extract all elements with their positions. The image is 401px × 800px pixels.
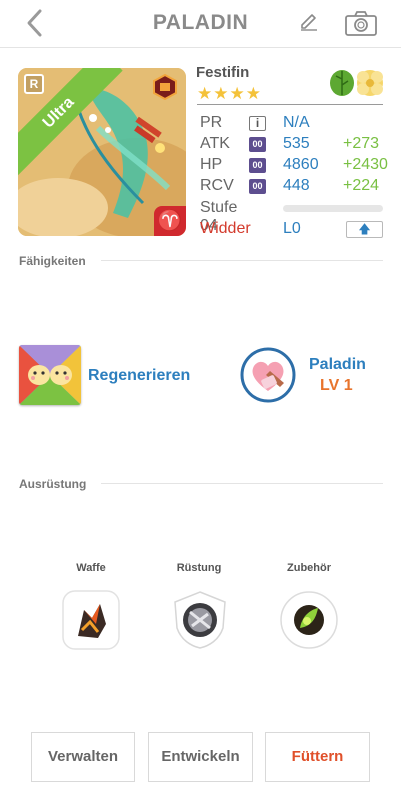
stat-boost-badge: 00 (249, 179, 266, 194)
evolve-button[interactable]: Entwickeln (148, 732, 253, 782)
monster-portrait[interactable]: Ultra R ♈ (18, 68, 186, 236)
stat-bonus: +273 (343, 135, 380, 152)
hexagon-badge-icon (153, 74, 177, 100)
stat-bonus: +224 (343, 177, 380, 194)
stats-divider (197, 104, 383, 105)
stat-value: 535 (283, 135, 310, 152)
page-title: PALADIN (152, 11, 249, 34)
top-bar: PALADIN (0, 0, 401, 48)
zodiac-sign: Widder (200, 220, 251, 237)
skill-name[interactable]: Regenerieren (88, 367, 190, 385)
flower-icon (357, 70, 383, 96)
limit-level: L0 (283, 220, 301, 237)
star-rating: ★★★★ (197, 84, 262, 103)
rarity-badge: R (24, 74, 44, 94)
stat-label: ATK (200, 135, 230, 152)
equipment-divider (101, 483, 383, 484)
class-icon[interactable] (240, 347, 296, 403)
leaf-icon (330, 70, 354, 96)
arrow-up-icon: 🡅 (358, 222, 371, 236)
pencil-icon[interactable] (298, 11, 320, 33)
accessory-icon[interactable] (280, 590, 338, 650)
armor-icon[interactable] (171, 590, 229, 650)
stat-value: 4860 (283, 156, 319, 173)
equipment-header: Ausrüstung (19, 477, 87, 491)
monster-name: Festifin (196, 64, 250, 81)
stat-value: 448 (283, 177, 310, 194)
class-level: LV 1 (320, 377, 353, 394)
stat-label: RCV (200, 177, 234, 194)
stat-bonus: +2430 (343, 156, 388, 173)
manage-button[interactable]: Verwalten (31, 732, 135, 782)
stat-value: N/A (283, 114, 310, 131)
zodiac-aries-icon: ♈ (154, 206, 186, 236)
regenerate-icon (19, 345, 81, 405)
info-icon[interactable]: i (249, 116, 266, 131)
level-progress-bar (283, 205, 383, 212)
equip-label-weapon: Waffe (76, 562, 106, 574)
stat-boost-badge: 00 (249, 137, 266, 152)
upgrade-button[interactable]: 🡅 (346, 221, 383, 238)
abilities-header: Fähigkeiten (19, 254, 86, 268)
weapon-icon[interactable] (62, 590, 120, 650)
equip-label-armor: Rüstung (176, 562, 222, 574)
element-icons (330, 70, 383, 96)
stat-boost-badge: 00 (249, 158, 266, 173)
skill-icon[interactable] (19, 345, 81, 405)
feed-button[interactable]: Füttern (265, 732, 370, 782)
camera-icon[interactable] (344, 9, 378, 37)
class-name[interactable]: Paladin (309, 356, 366, 374)
equip-label-accessory: Zubehör (287, 562, 331, 574)
stat-label: HP (200, 156, 223, 173)
stat-label: PR (200, 114, 223, 131)
abilities-divider (101, 260, 383, 261)
